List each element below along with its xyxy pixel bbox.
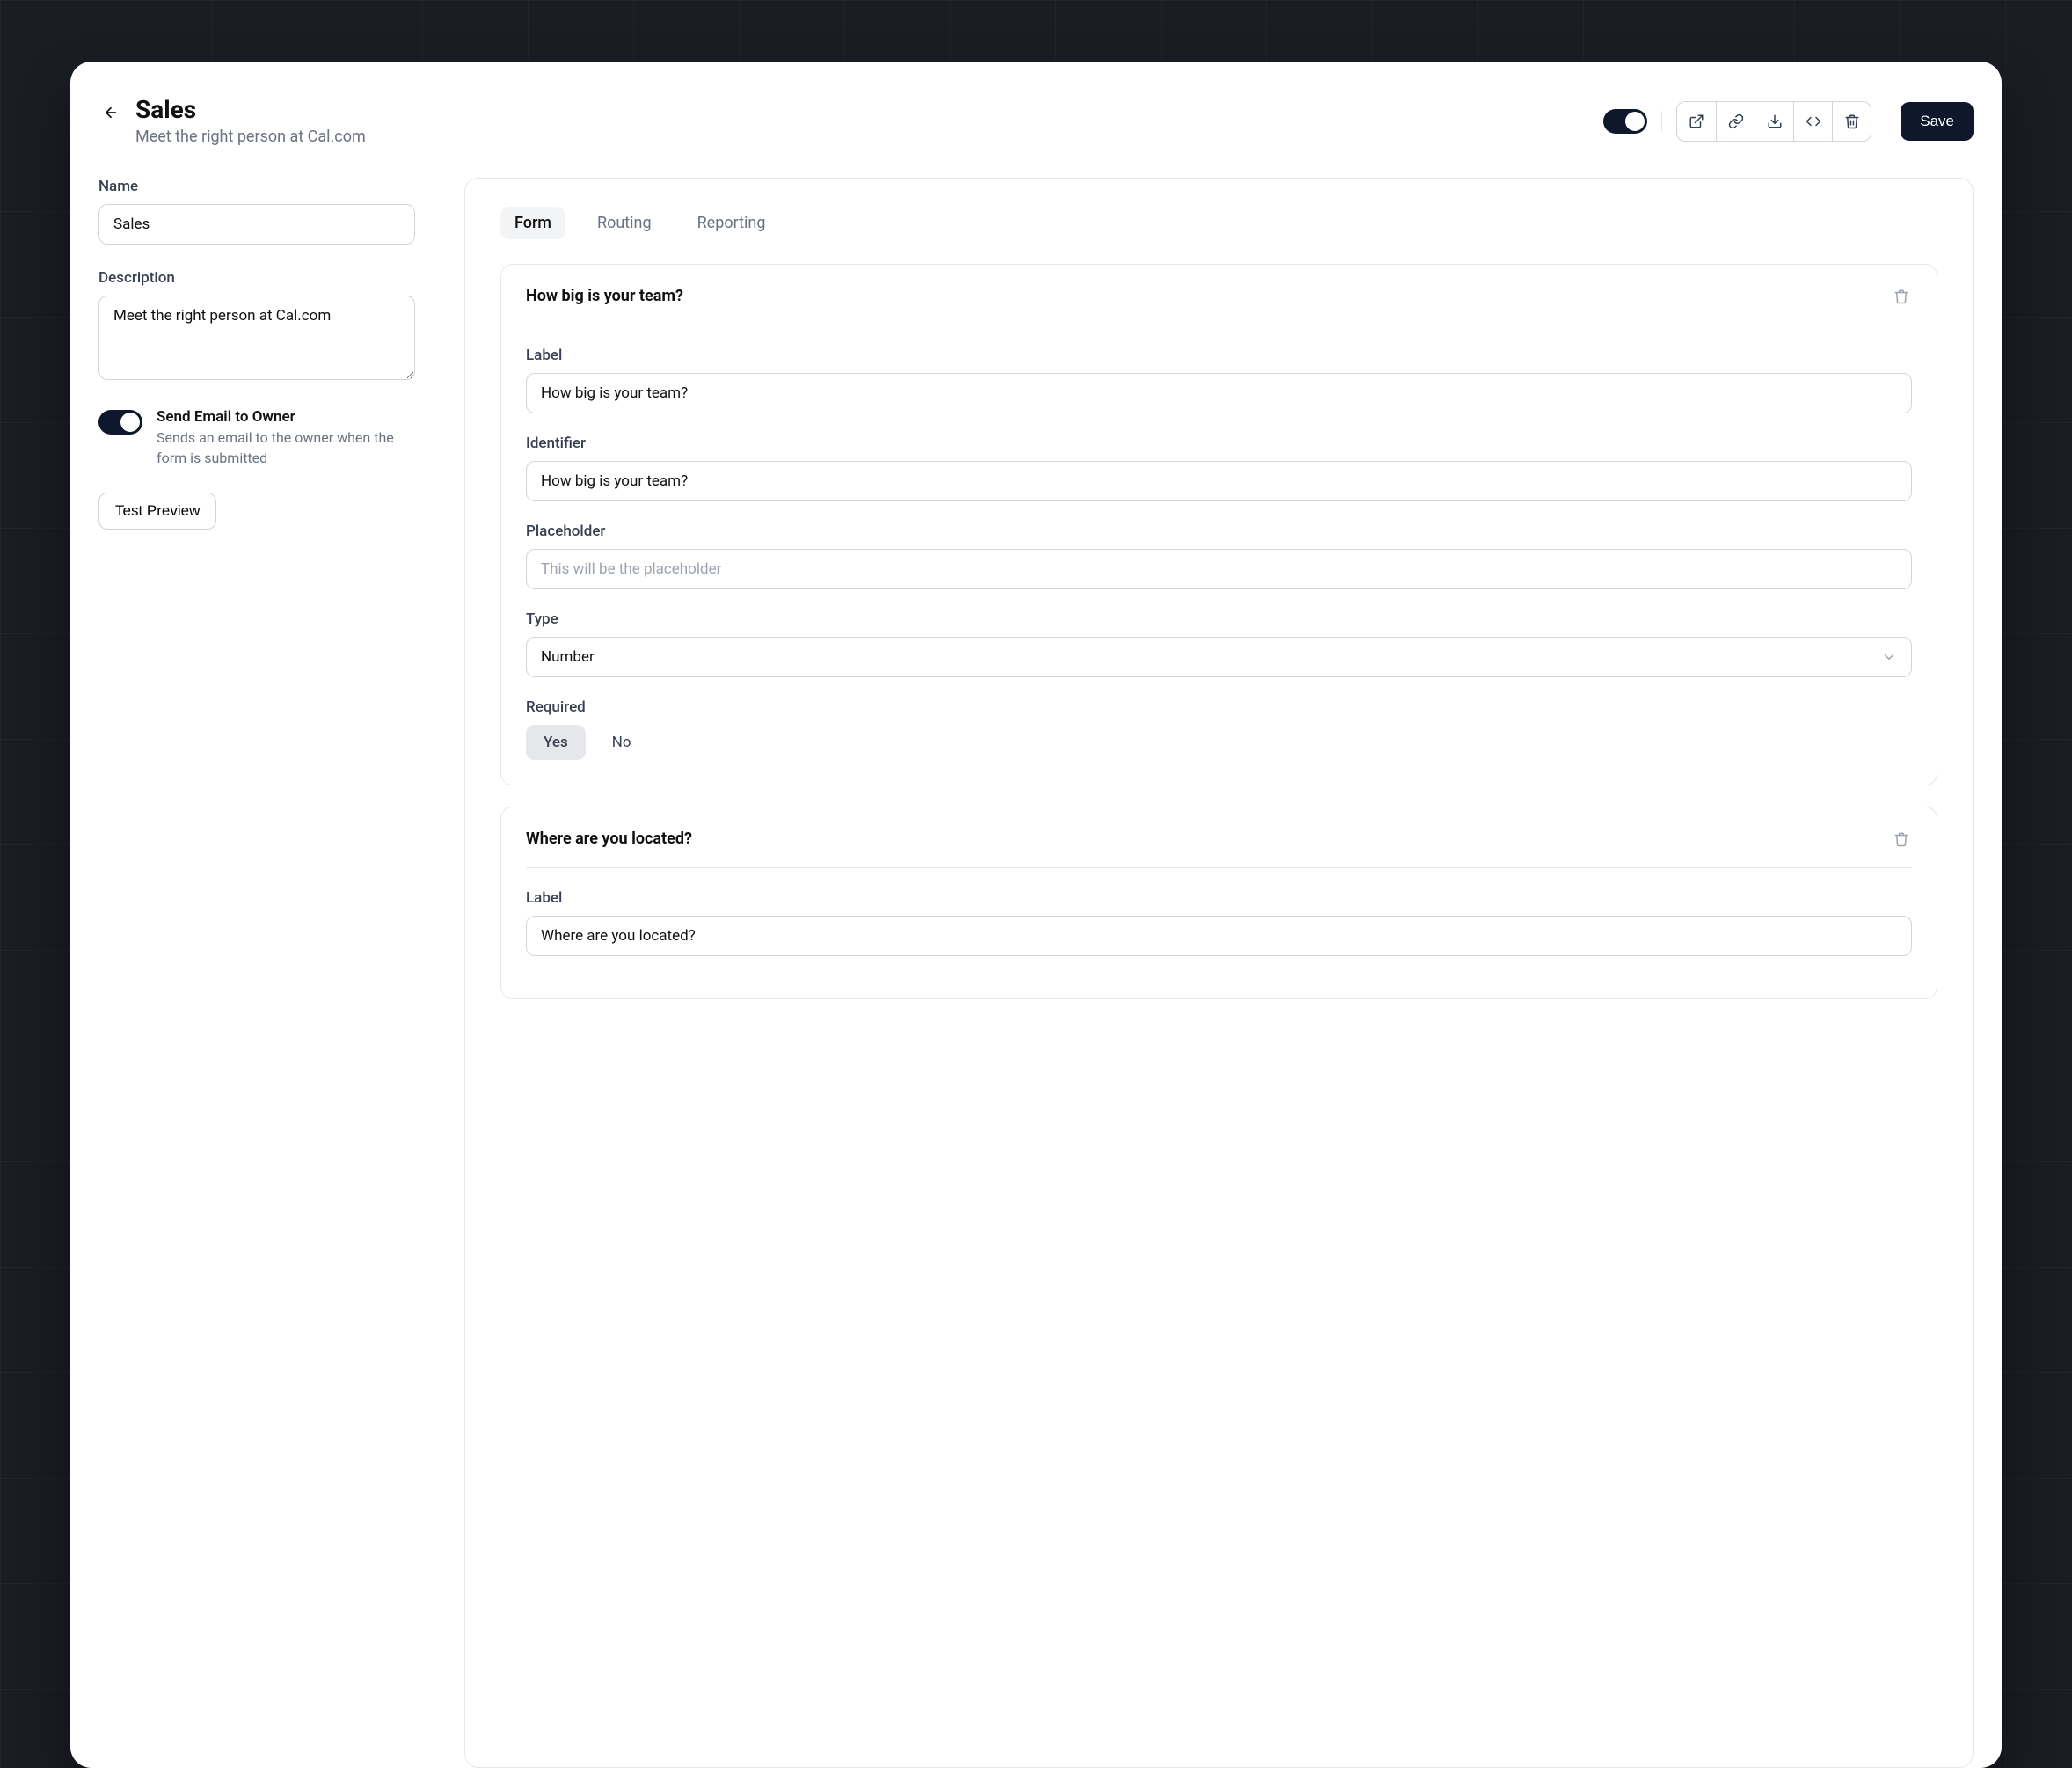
label-field-group: Label [526,889,1912,956]
identifier-input[interactable] [526,461,1912,501]
tab-routing[interactable]: Routing [583,207,666,239]
chevron-down-icon [1881,649,1897,665]
label-field-label: Label [526,889,1912,907]
tab-reporting[interactable]: Reporting [683,207,780,239]
trash-icon [1893,831,1909,847]
form-enabled-toggle[interactable] [1603,109,1647,134]
sidebar: Name Description Send Email to Owner Sen… [98,178,415,1768]
question-title: Where are you located? [526,829,692,848]
save-button[interactable]: Save [1901,102,1974,141]
download-button[interactable] [1755,102,1793,141]
header-left: Sales Meet the right person at Cal.com [98,97,366,146]
link-icon [1728,113,1744,129]
back-button[interactable] [98,100,123,125]
delete-button[interactable] [1832,102,1871,141]
type-field-label: Type [526,610,1912,628]
required-field-label: Required [526,698,1912,716]
test-preview-button[interactable]: Test Preview [98,493,216,530]
open-external-button[interactable] [1677,102,1716,141]
label-field-group: Label [526,347,1912,413]
divider [1661,111,1662,132]
header: Sales Meet the right person at Cal.com [98,97,1974,146]
page-subtitle: Meet the right person at Cal.com [135,128,366,146]
email-owner-desc: Sends an email to the owner when the for… [157,427,415,468]
app-card: Sales Meet the right person at Cal.com [70,62,2002,1768]
tab-form[interactable]: Form [500,207,565,239]
question-title: How big is your team? [526,287,683,305]
type-field-group: Type Number [526,610,1912,677]
header-right: Save [1603,101,1974,142]
required-field-group: Required Yes No [526,698,1912,760]
email-owner-title: Send Email to Owner [157,408,415,426]
name-field-group: Name [98,178,415,245]
question-header: How big is your team? [526,286,1912,325]
question-card: How big is your team? Label Identifier P… [500,264,1937,785]
email-owner-text: Send Email to Owner Sends an email to th… [157,408,415,468]
external-link-icon [1689,113,1704,129]
placeholder-input[interactable] [526,549,1912,589]
name-label: Name [98,178,415,195]
label-field-label: Label [526,347,1912,364]
embed-button[interactable] [1793,102,1832,141]
trash-icon [1844,113,1860,129]
question-delete-button[interactable] [1891,829,1912,850]
download-icon [1767,113,1783,129]
description-textarea[interactable] [98,296,415,380]
action-button-group [1676,101,1871,142]
main-panel: Form Routing Reporting How big is your t… [464,178,1974,1768]
placeholder-field-group: Placeholder [526,522,1912,589]
trash-icon [1893,289,1909,304]
email-owner-switch-row: Send Email to Owner Sends an email to th… [98,408,415,468]
label-input[interactable] [526,916,1912,956]
type-select-value: Number [541,648,595,666]
type-select[interactable]: Number [526,637,1912,677]
body: Name Description Send Email to Owner Sen… [98,178,1974,1768]
question-delete-button[interactable] [1891,286,1912,307]
label-input[interactable] [526,373,1912,413]
required-no[interactable]: No [595,725,649,760]
required-yes[interactable]: Yes [526,725,586,760]
question-card: Where are you located? Label [500,807,1937,999]
identifier-field-group: Identifier [526,435,1912,501]
description-field-group: Description [98,269,415,384]
email-owner-toggle[interactable] [98,410,142,435]
title-block: Sales Meet the right person at Cal.com [135,97,366,146]
page-title: Sales [135,97,366,124]
identifier-field-label: Identifier [526,435,1912,452]
question-header: Where are you located? [526,829,1912,868]
name-input[interactable] [98,204,415,245]
placeholder-field-label: Placeholder [526,522,1912,540]
description-label: Description [98,269,415,287]
code-icon [1806,113,1821,129]
copy-link-button[interactable] [1716,102,1755,141]
required-segmented: Yes No [526,725,1912,760]
tabs: Form Routing Reporting [500,207,1937,239]
arrow-left-icon [103,105,119,121]
